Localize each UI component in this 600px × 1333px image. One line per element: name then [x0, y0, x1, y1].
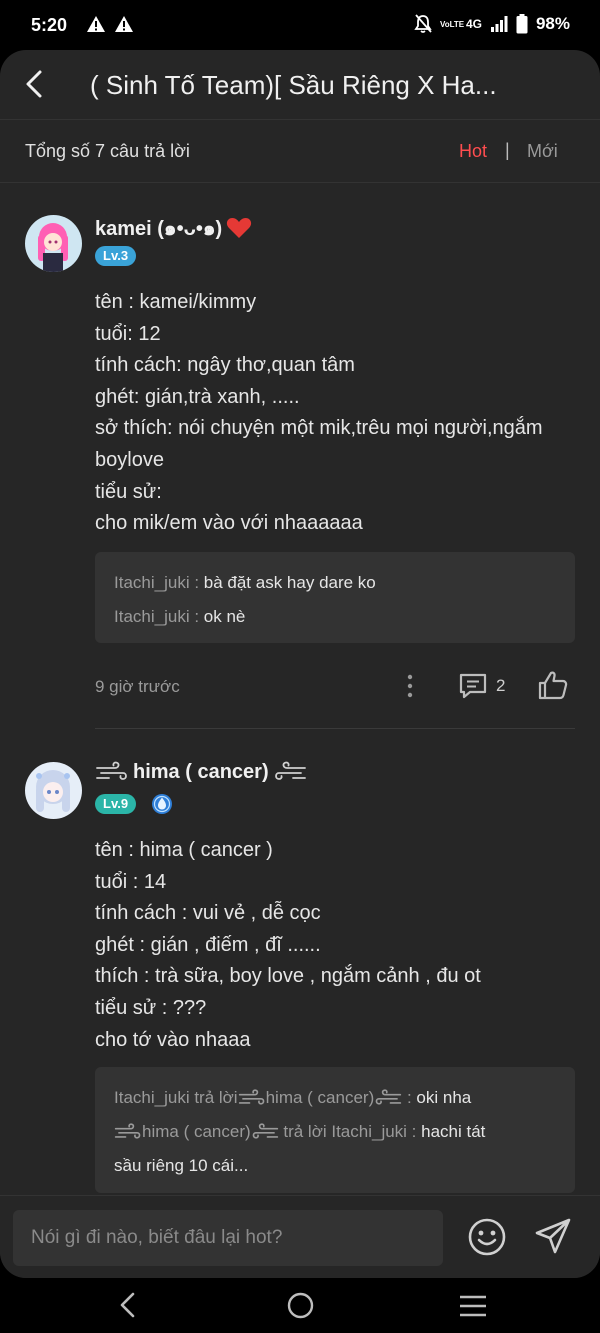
avatar[interactable]	[25, 215, 82, 272]
status-time: 5:20	[31, 15, 68, 35]
answer-count: Tổng số 7 câu trả lời	[25, 141, 190, 161]
warning-icon	[115, 16, 133, 32]
reply-author: Itachi_juki :	[114, 607, 204, 626]
page-title: ( Sinh Tố Team)[ Sầu Riêng X Ha...	[90, 70, 497, 100]
back-icon[interactable]	[20, 66, 50, 102]
reply-line: Itachi_juki : ok nè	[114, 600, 556, 634]
reply-author: hima ( cancer)	[142, 1122, 251, 1141]
system-nav-bar	[0, 1278, 600, 1333]
reply-text: bà đặt ask hay dare ko	[203, 573, 376, 592]
wind-icon	[375, 1089, 402, 1105]
reply-text: hachi tát	[421, 1122, 486, 1141]
body-line: cho mik/em vào với nhaaaaaa	[95, 512, 363, 535]
header: ( Sinh Tố Team)[ Sầu Riêng X Ha...	[0, 50, 600, 120]
body-line: tuổi: 12	[95, 322, 161, 345]
sort-hot-tab[interactable]: Hot	[459, 141, 487, 162]
avatar-image	[25, 215, 82, 272]
reply-line: sầu riêng 10 cái...	[114, 1149, 556, 1183]
comment-time: 9 giờ trước	[95, 677, 180, 696]
heart-icon	[227, 218, 252, 238]
level-badge: Lv.9	[95, 794, 137, 814]
reply-text: oki nha	[416, 1088, 472, 1107]
body-line: sở thích: nói chuyện một mik,trêu mọi ng…	[95, 417, 543, 440]
comment-input[interactable]	[13, 1210, 443, 1266]
reply-button[interactable]: 2	[458, 671, 505, 701]
reply-mention: trả lời Itachi_juki :	[278, 1122, 422, 1141]
body-line: ghét : gián , điếm , đĩ ......	[95, 933, 321, 956]
reply-separator: :	[402, 1088, 417, 1107]
reply-line: hima ( cancer) trả lời Itachi_juki : hac…	[114, 1115, 556, 1149]
nav-home-icon[interactable]	[287, 1292, 314, 1319]
reply-text: sầu riêng 10 cái...	[114, 1156, 249, 1175]
body-line: tiểu sử:	[95, 480, 162, 503]
comment-username[interactable]: kamei (๑•ᴗ•๑)	[95, 212, 252, 244]
body-line: tính cách: ngây thơ,quan tâm	[95, 354, 355, 377]
reply-line: Itachi_juki trả lời hima ( cancer) : oki…	[114, 1081, 556, 1115]
wind-icon	[96, 761, 127, 780]
sort-new-tab[interactable]: Mới	[527, 141, 558, 162]
reply-mention: hima ( cancer)	[265, 1088, 375, 1107]
mute-icon	[414, 14, 432, 33]
like-icon[interactable]	[537, 669, 569, 701]
reply-text: ok nè	[203, 607, 246, 626]
send-icon[interactable]	[533, 1216, 573, 1256]
answer-bar: Tổng số 7 câu trả lời Hot | Mới	[0, 120, 600, 183]
avatar-image	[25, 762, 82, 819]
reply-author: Itachi_juki :	[114, 573, 204, 592]
comment-composer	[0, 1195, 600, 1278]
reply-count: 2	[496, 676, 506, 695]
more-icon[interactable]	[400, 671, 420, 701]
body-line: boylove	[95, 448, 164, 471]
body-line: tiểu sử : ???	[95, 996, 207, 1019]
body-line: thích : trà sữa, boy love , ngắm cảnh , …	[95, 965, 481, 988]
comment-icon	[459, 673, 487, 699]
status-bar: 5:20 VoLTE 4G 98%	[0, 0, 600, 50]
vip-icon	[152, 794, 172, 814]
wind-icon	[274, 761, 306, 780]
body-line: tên : hima ( cancer )	[95, 839, 273, 861]
divider	[95, 728, 575, 729]
battery-icon	[516, 14, 528, 34]
app-panel: ( Sinh Tố Team)[ Sầu Riêng X Ha... Tổng …	[0, 50, 600, 1278]
reply-line: Itachi_juki : bà đặt ask hay dare ko	[114, 566, 556, 600]
reply-box[interactable]: Itachi_juki : bà đặt ask hay dare ko Ita…	[95, 552, 575, 643]
comment-body: tên : hima ( cancer ) tuổi : 14 tính các…	[95, 835, 585, 1056]
comment-username[interactable]: hima ( cancer)	[95, 760, 307, 784]
signal-icon	[490, 16, 508, 32]
nav-recent-icon[interactable]	[458, 1293, 488, 1319]
avatar[interactable]	[25, 762, 82, 819]
username-text: kamei (๑•ᴗ•๑)	[95, 218, 223, 240]
body-line: cho tớ vào nhaaa	[95, 1028, 251, 1051]
warning-icon	[87, 16, 105, 32]
volte-label: VoLTE	[439, 19, 465, 29]
emoji-icon[interactable]	[467, 1217, 507, 1257]
sort-separator: |	[505, 140, 510, 160]
nav-back-icon[interactable]	[115, 1290, 141, 1320]
body-line: tính cách : vui vẻ , dễ cọc	[95, 902, 321, 925]
battery-percent: 98%	[535, 14, 570, 33]
wind-icon	[252, 1123, 278, 1139]
network-label: 4G	[465, 17, 482, 31]
body-line: tên : kamei/kimmy	[95, 291, 257, 313]
status-icons: VoLTE 4G 98%	[414, 14, 570, 34]
wind-icon	[114, 1123, 141, 1139]
reply-author: Itachi_juki trả lời	[114, 1088, 238, 1107]
level-badge: Lv.3	[95, 246, 137, 266]
username-text: hima ( cancer)	[133, 760, 269, 783]
comment-body: tên : kamei/kimmy tuổi: 12 tính cách: ng…	[95, 287, 585, 540]
body-line: tuổi : 14	[95, 870, 167, 893]
body-line: ghét: gián,trà xanh, .....	[95, 385, 300, 408]
reply-box[interactable]: Itachi_juki trả lời hima ( cancer) : oki…	[95, 1067, 575, 1193]
wind-icon	[238, 1089, 264, 1105]
